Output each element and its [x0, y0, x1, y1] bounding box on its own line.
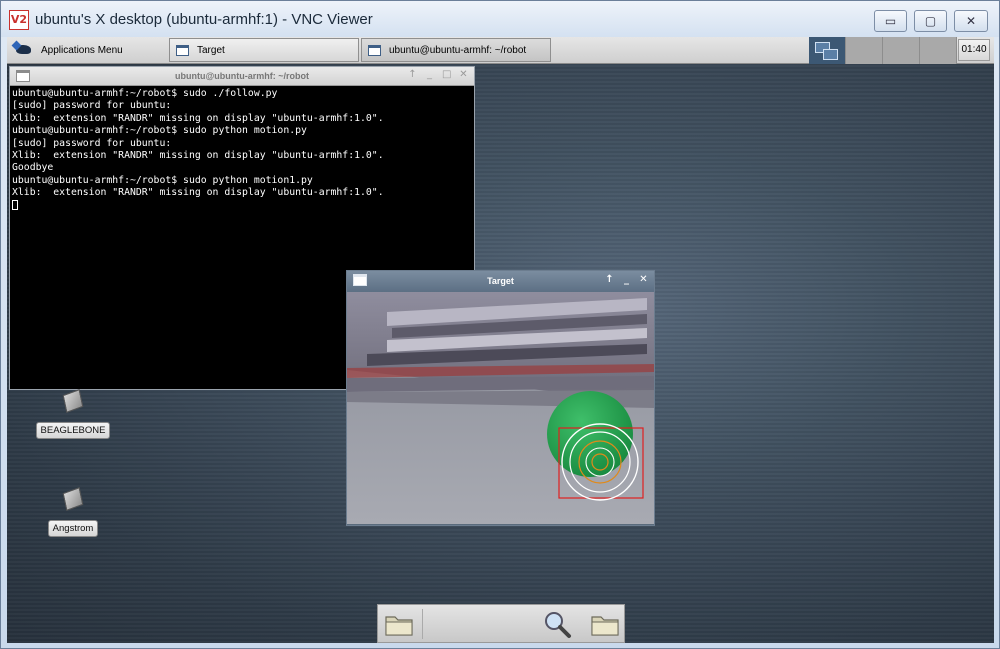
terminal-line: ubuntu@ubuntu-armhf:~/robot$ sudo ./foll… [12, 88, 278, 99]
close-button[interactable]: ✕ [459, 69, 468, 80]
terminal-line: [sudo] password for ubuntu: [12, 137, 172, 149]
drive-icon [62, 389, 84, 413]
task-button-terminal[interactable]: ubuntu@ubuntu-armhf: ~/robot [361, 38, 551, 62]
folder-icon[interactable] [588, 608, 622, 640]
workspace-3[interactable] [883, 37, 920, 64]
close-button[interactable]: ✕ [639, 274, 648, 285]
window-title: ubuntu's X desktop (ubuntu-armhf:1) - VN… [35, 11, 373, 28]
xfce-mouse-icon [13, 40, 35, 60]
workspace-2[interactable] [846, 37, 883, 64]
task-label: ubuntu@ubuntu-armhf: ~/robot [389, 44, 527, 56]
desktop-icon-beaglebone[interactable]: BEAGLEBONE [33, 389, 113, 439]
close-button[interactable]: ✕ [954, 10, 988, 32]
terminal-line: ubuntu@ubuntu-armhf:~/robot$ sudo python… [12, 174, 313, 186]
terminal-line: Goodbye [12, 162, 54, 174]
drive-icon [62, 487, 84, 511]
workspace-1[interactable] [809, 37, 846, 64]
terminal-line: Xlib: extension "RANDR" missing on displ… [12, 112, 384, 124]
window-icon [368, 44, 381, 56]
bottom-dock [377, 604, 625, 643]
vnc-viewer-window: V2 ubuntu's X desktop (ubuntu-armhf:1) -… [0, 0, 1000, 649]
clock[interactable]: 01:40 [958, 39, 990, 61]
terminal-line: ubuntu@ubuntu-armhf:~/robot$ sudo python… [12, 125, 307, 137]
window-icon [176, 44, 189, 56]
workspace-pager [809, 37, 957, 64]
terminal-line: [sudo] password for ubuntu: [12, 100, 172, 112]
applications-menu-label: Applications Menu [41, 44, 123, 56]
target-titlebar[interactable]: Target ↑ _ ✕ [347, 271, 654, 292]
terminal-line: Xlib: extension "RANDR" missing on displ… [12, 150, 384, 162]
folder-icon[interactable] [382, 608, 416, 640]
desktop-icon-label: Angstrom [47, 520, 99, 537]
workspace-4[interactable] [920, 37, 957, 64]
task-label: Target [197, 44, 225, 56]
maximize-button[interactable]: □ [442, 69, 451, 80]
vnc-titlebar[interactable]: V2 ubuntu's X desktop (ubuntu-armhf:1) -… [1, 1, 999, 37]
maximize-button[interactable]: ▢ [914, 10, 947, 32]
vnc-logo-icon: V2 [9, 10, 29, 30]
applications-menu-button[interactable]: Applications Menu [9, 38, 165, 62]
shade-button[interactable]: ↑ [605, 274, 614, 285]
task-button-target[interactable]: Target [169, 38, 359, 62]
terminal-titlebar[interactable]: ubuntu@ubuntu-armhf: ~/robot ↑ _ □ ✕ [10, 67, 474, 86]
minimize-button[interactable]: _ [622, 274, 631, 285]
terminal-line: Xlib: extension "RANDR" missing on displ… [12, 187, 384, 199]
terminal-output[interactable]: ubuntu@ubuntu-armhf:~/robot$ sudo ./foll… [10, 86, 474, 212]
terminal-cursor [12, 199, 18, 210]
remote-desktop[interactable]: Applications Menu Target ubuntu@ubuntu-a… [7, 37, 994, 643]
camera-feed [347, 292, 654, 524]
target-window[interactable]: Target ↑ _ ✕ [346, 270, 655, 526]
terminal-title: ubuntu@ubuntu-armhf: ~/robot [175, 71, 309, 81]
minimize-button[interactable]: ▭ [874, 10, 907, 32]
search-icon[interactable] [540, 608, 574, 640]
panel-taskbar: Applications Menu Target ubuntu@ubuntu-a… [7, 37, 994, 64]
shade-button[interactable]: ↑ [408, 69, 417, 80]
dock-separator [422, 609, 423, 639]
desktop-icon-label: BEAGLEBONE [35, 422, 111, 439]
desktop-icon-angstrom[interactable]: Angstrom [33, 487, 113, 537]
minimize-button[interactable]: _ [425, 69, 434, 80]
